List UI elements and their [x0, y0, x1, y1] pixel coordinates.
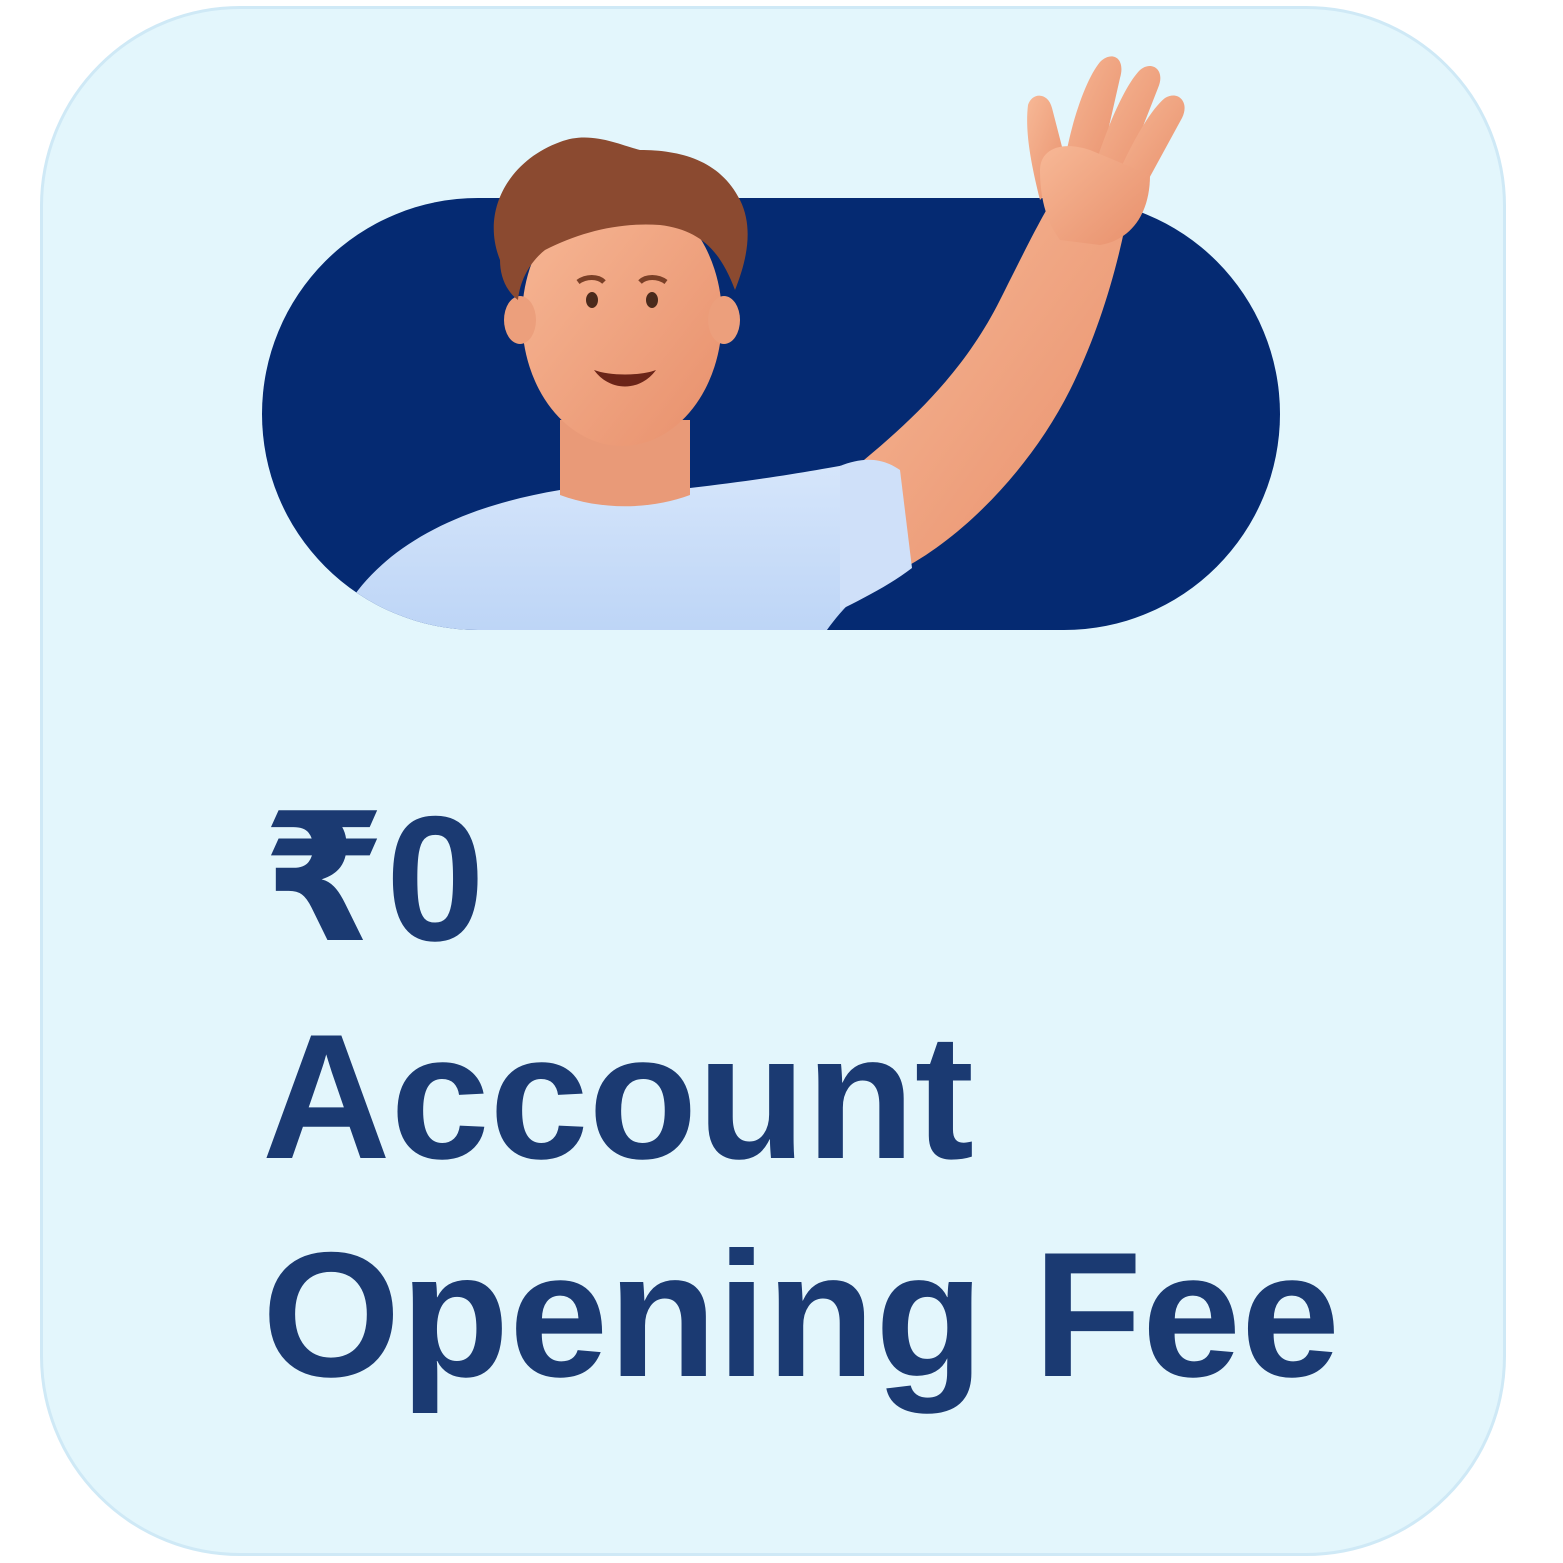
hand	[1027, 56, 1185, 245]
fee-text: ₹0 Account Opening Fee	[262, 770, 1340, 1424]
fee-label-line-1: Account	[262, 997, 974, 1196]
waving-person-icon	[262, 56, 1280, 630]
fee-label-line-2: Opening Fee	[262, 1215, 1340, 1414]
fee-amount: ₹0	[262, 779, 485, 978]
